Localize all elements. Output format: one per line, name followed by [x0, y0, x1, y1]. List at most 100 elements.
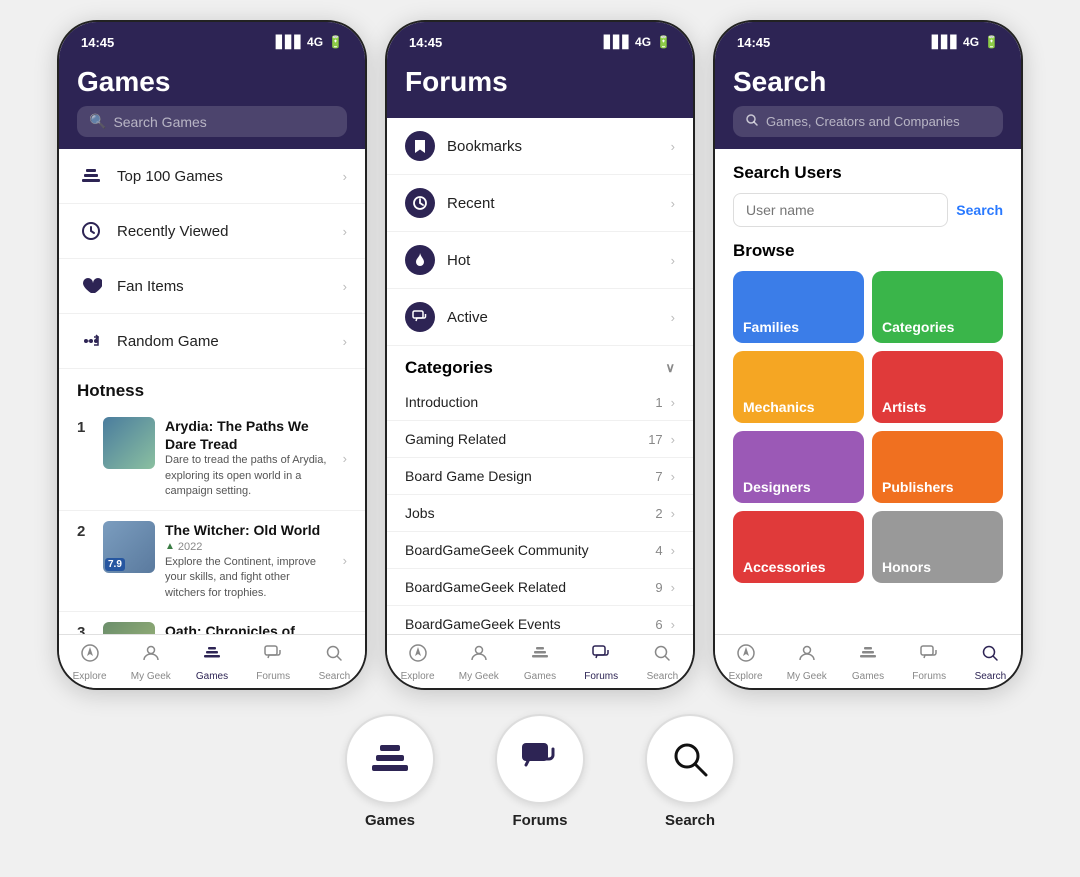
recent-label: Recent: [447, 195, 659, 212]
forums-tab-forums[interactable]: Forums: [571, 641, 632, 686]
forums-tab-mygeek[interactable]: My Geek: [448, 641, 509, 686]
games-top100[interactable]: Top 100 Games ›: [59, 149, 365, 204]
games-tab-mygeek[interactable]: My Geek: [120, 641, 181, 686]
cat-board-game-design-label: Board Game Design: [405, 468, 655, 484]
games-tab-search-label: Search: [319, 671, 351, 682]
browse-honors[interactable]: Honors: [872, 511, 1003, 583]
cat-bgg-related-count: 9: [655, 580, 662, 595]
hotness-img-2: 7.9: [103, 521, 155, 573]
games-random[interactable]: Random Game ›: [59, 314, 365, 369]
search-tab-mygeek-label: My Geek: [787, 671, 827, 682]
recently-viewed-label: Recently Viewed: [117, 223, 343, 240]
browse-title: Browse: [733, 241, 1003, 261]
games-tab-forums[interactable]: Forums: [243, 641, 304, 686]
search-tab-mygeek[interactable]: My Geek: [776, 641, 837, 686]
cat-introduction[interactable]: Introduction 1 ›: [387, 384, 693, 421]
hotness-item-1[interactable]: 1 Arydia: The Paths We Dare Tread Dare t…: [59, 407, 365, 511]
hotness-rating-2: 7.9: [105, 558, 125, 571]
search-users-title: Search Users: [733, 163, 1003, 183]
forums-tab-games[interactable]: Games: [509, 641, 570, 686]
forums-app-icon[interactable]: Forums: [495, 714, 585, 829]
hotness-num-1: 1: [77, 417, 93, 436]
search-user-button[interactable]: Search: [956, 202, 1003, 218]
browse-publishers[interactable]: Publishers: [872, 431, 1003, 503]
cat-bgg-events[interactable]: BoardGameGeek Events 6 ›: [387, 606, 693, 634]
games-fan-items[interactable]: Fan Items ›: [59, 259, 365, 314]
games-tab-games[interactable]: Games: [181, 641, 242, 686]
browse-families-label: Families: [743, 319, 799, 335]
games-search-bar[interactable]: 🔍 Search Games: [77, 106, 347, 137]
browse-designers[interactable]: Designers: [733, 431, 864, 503]
browse-categories[interactable]: Categories: [872, 271, 1003, 343]
forum-bookmarks[interactable]: Bookmarks ›: [387, 118, 693, 175]
top100-label: Top 100 Games: [117, 168, 343, 185]
cat-bgg-community[interactable]: BoardGameGeek Community 4 ›: [387, 532, 693, 569]
mygeek-tab-icon: [141, 643, 161, 669]
cat-gaming-related[interactable]: Gaming Related 17 ›: [387, 421, 693, 458]
forums-explore-icon: [408, 643, 428, 669]
active-label: Active: [447, 309, 659, 326]
games-search-placeholder: Search Games: [113, 114, 206, 130]
hotness-info-3: Oath: Chronicles of Empire and Exile ▲20…: [165, 622, 333, 634]
search-tab-games[interactable]: Games: [837, 641, 898, 686]
forums-search-icon: [652, 643, 672, 669]
search-icon-label: Search: [665, 812, 715, 829]
top100-icon: [77, 162, 105, 190]
top100-chevron: ›: [343, 169, 347, 184]
browse-honors-label: Honors: [882, 559, 931, 575]
search-tab-search[interactable]: Search: [960, 641, 1021, 686]
forum-hot[interactable]: Hot ›: [387, 232, 693, 289]
games-tab-explore-label: Explore: [73, 671, 107, 682]
forums-icon-label: Forums: [512, 812, 567, 829]
browse-artists[interactable]: Artists: [872, 351, 1003, 423]
games-scroll: Top 100 Games › Recently Viewed ›: [59, 149, 365, 634]
games-battery-icon: 🔋: [328, 35, 343, 49]
search-tab-explore[interactable]: Explore: [715, 641, 776, 686]
forums-status-right: ▋▋▋ 4G 🔋: [604, 35, 671, 49]
username-input[interactable]: [733, 193, 948, 227]
browse-families[interactable]: Families: [733, 271, 864, 343]
games-tab-search[interactable]: Search: [304, 641, 365, 686]
hotness-item-2[interactable]: 2 7.9 The Witcher: Old World ▲2022 Explo…: [59, 511, 365, 612]
forums-tab-mygeek-label: My Geek: [459, 671, 499, 682]
phones-container: 14:45 ▋▋▋ 4G 🔋 Games 🔍 Search Games: [57, 20, 1023, 690]
search-tab-forums-label: Forums: [912, 671, 946, 682]
search-icon: 🔍: [89, 113, 106, 130]
cat-board-game-design[interactable]: Board Game Design 7 ›: [387, 458, 693, 495]
hotness-num-3: 3: [77, 622, 93, 634]
games-tab-icon: [202, 643, 222, 669]
forums-signal: ▋▋▋ 4G: [604, 35, 651, 49]
search-tab-forums[interactable]: Forums: [899, 641, 960, 686]
browse-section: Browse Families Categories Mechanics Art…: [715, 237, 1021, 593]
hotness-item-3[interactable]: 3 8.1 Oath: Chronicles of Empire and Exi…: [59, 612, 365, 634]
browse-accessories[interactable]: Accessories: [733, 511, 864, 583]
search-main-placeholder: Games, Creators and Companies: [766, 114, 960, 129]
categories-header: Categories ∨: [387, 346, 693, 384]
browse-mechanics[interactable]: Mechanics: [733, 351, 864, 423]
hotness-title: Hotness: [59, 369, 365, 407]
user-search-row: Search: [733, 193, 1003, 227]
search-time: 14:45: [737, 35, 770, 50]
forums-tab-explore[interactable]: Explore: [387, 641, 448, 686]
games-time: 14:45: [81, 35, 114, 50]
forums-games-icon: [530, 643, 550, 669]
hotness-desc-1: Dare to tread the paths of Arydia, explo…: [165, 453, 333, 499]
games-signal: ▋▋▋ 4G: [276, 35, 323, 49]
search-tab-icon: [324, 643, 344, 669]
categories-title: Categories: [405, 358, 493, 378]
forum-recent[interactable]: Recent ›: [387, 175, 693, 232]
cat-jobs[interactable]: Jobs 2 ›: [387, 495, 693, 532]
forums-tab-search[interactable]: Search: [632, 641, 693, 686]
games-recently-viewed[interactable]: Recently Viewed ›: [59, 204, 365, 259]
forums-header: Forums: [387, 58, 693, 118]
cat-bgg-related[interactable]: BoardGameGeek Related 9 ›: [387, 569, 693, 606]
forum-active[interactable]: Active ›: [387, 289, 693, 346]
search-app-icon[interactable]: Search: [645, 714, 735, 829]
forums-tab-search-label: Search: [647, 671, 679, 682]
hotness-info-2: The Witcher: Old World ▲2022 Explore the…: [165, 521, 333, 601]
cat-bgg-community-label: BoardGameGeek Community: [405, 542, 655, 558]
games-app-icon[interactable]: Games: [345, 714, 435, 829]
games-tab-explore[interactable]: Explore: [59, 641, 120, 686]
search-main-bar[interactable]: Games, Creators and Companies: [733, 106, 1003, 137]
forums-tab-bar: Explore My Geek Games: [387, 634, 693, 688]
